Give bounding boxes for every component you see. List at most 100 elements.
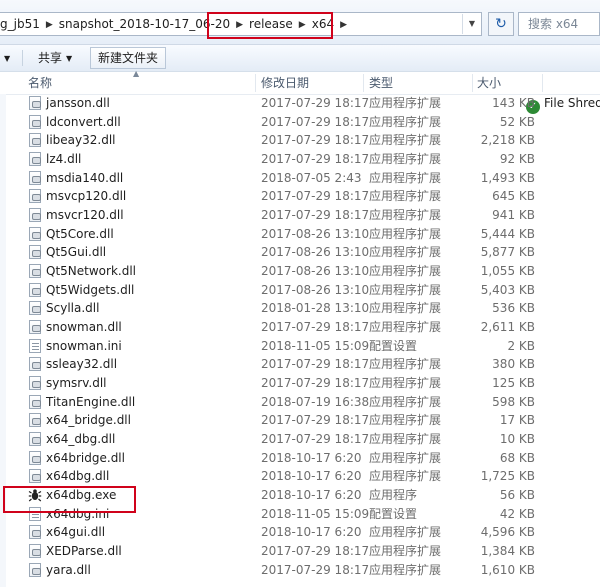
dll-file-icon [29, 133, 41, 148]
file-row[interactable]: ldconvert.dll 2017-07-29 18:17 应用程序扩展 52 KB [0, 113, 600, 131]
column-modified[interactable]: 修改日期 [261, 72, 309, 94]
file-row[interactable]: x64_dbg.dll 2017-07-29 18:17 应用程序扩展 10 KB [0, 430, 600, 448]
chevron-down-icon: ▼ [4, 54, 11, 63]
file-name: x64bridge.dll [46, 450, 125, 465]
file-size: 1,384 KB [480, 543, 535, 558]
column-size[interactable]: 大小 [477, 72, 501, 94]
file-name: TitanEngine.dll [46, 394, 136, 409]
address-bar[interactable]: g_jb51 ▶ snapshot_2018-10-17_06-20 ▶ release… [0, 12, 482, 36]
sort-ascending-icon: ▲ [133, 69, 140, 78]
file-size: 380 KB [492, 357, 535, 372]
file-type: 应用程序扩展 [369, 170, 442, 185]
dll-file-icon [29, 207, 41, 222]
file-date: 2017-07-29 18:17 [261, 319, 370, 334]
file-size: 1,610 KB [480, 562, 535, 577]
file-date: 2018-11-05 15:09 [261, 506, 370, 521]
file-name: Qt5Widgets.dll [46, 282, 135, 297]
chevron-down-icon[interactable]: ▼ [462, 14, 481, 34]
settings-file-icon [29, 338, 41, 353]
refresh-icon: ↻ [495, 16, 507, 32]
file-date: 2017-08-26 13:10 [261, 282, 370, 297]
file-type: 应用程序扩展 [369, 562, 442, 577]
file-row[interactable]: Qt5Network.dll 2017-08-26 13:10 应用程序扩展 1,05… [0, 262, 600, 280]
column-divider[interactable] [542, 74, 543, 92]
file-name: msdia140.dll [46, 170, 124, 185]
column-divider[interactable] [472, 74, 473, 92]
file-row[interactable]: Qt5Widgets.dll 2017-08-26 13:10 应用程序扩展 5,40… [0, 281, 600, 299]
breadcrumb-item[interactable]: g_jb51 [0, 13, 40, 35]
dll-file-icon [29, 189, 41, 204]
breadcrumb-item[interactable]: x64 [312, 13, 334, 35]
address-bar-row: g_jb51 ▶ snapshot_2018-10-17_06-20 ▶ release… [0, 0, 600, 45]
file-row[interactable]: snowman.dll 2017-07-29 18:17 应用程序扩展 2,611 K… [0, 318, 600, 336]
file-name: snowman.dll [46, 319, 122, 334]
file-date: 2018-10-17 6:20 [261, 450, 362, 465]
dll-file-icon [29, 226, 41, 241]
column-name[interactable]: 名称 [28, 72, 52, 94]
file-row[interactable]: x64dbg.exe 2018-10-17 6:20 应用程序 56 KB [0, 486, 600, 504]
new-folder-button[interactable]: 新建文件夹 [90, 47, 166, 69]
file-date: 2018-10-17 6:20 [261, 525, 362, 540]
file-row[interactable]: snowman.ini 2018-11-05 15:09 配置设置 2 KB [0, 337, 600, 355]
file-date: 2017-07-29 18:17 [261, 133, 370, 148]
column-type[interactable]: 类型 [369, 72, 393, 94]
file-type: 应用程序扩展 [369, 357, 442, 372]
file-row[interactable]: msdia140.dll 2018-07-05 2:43 应用程序扩展 1,493 K… [0, 169, 600, 187]
settings-file-icon [29, 506, 41, 521]
file-type: 应用程序扩展 [369, 469, 442, 484]
file-type: 应用程序扩展 [369, 543, 442, 558]
file-name: Qt5Core.dll [46, 226, 114, 241]
dll-file-icon [29, 431, 41, 446]
file-name: snowman.ini [46, 338, 122, 353]
chevron-right-icon[interactable]: ▶ [236, 14, 243, 35]
file-row[interactable]: x64gui.dll 2018-10-17 6:20 应用程序扩展 4,596 KB [0, 523, 600, 541]
file-row[interactable]: ssleay32.dll 2017-07-29 18:17 应用程序扩展 380 KB [0, 355, 600, 373]
column-divider[interactable] [255, 74, 256, 92]
search-input[interactable]: 搜索 x64 [518, 12, 600, 36]
file-row[interactable]: msvcp120.dll 2017-07-29 18:17 应用程序扩展 645 KB [0, 187, 600, 205]
toolbar-dropdown-arrow[interactable]: ▼ [0, 45, 10, 71]
chevron-right-icon[interactable]: ▶ [340, 14, 347, 35]
file-row[interactable]: msvcr120.dll 2017-07-29 18:17 应用程序扩展 941 KB [0, 206, 600, 224]
file-row[interactable]: lz4.dll 2017-07-29 18:17 应用程序扩展 92 KB [0, 150, 600, 168]
file-size: 56 KB [499, 487, 535, 502]
file-row[interactable]: jansson.dll 2017-07-29 18:17 应用程序扩展 143 KB [0, 94, 600, 112]
column-header: ▲ 名称 修改日期 类型 大小 [0, 69, 600, 95]
share-button[interactable]: 共享 ▼ [38, 45, 72, 71]
file-row[interactable]: yara.dll 2017-07-29 18:17 应用程序扩展 1,610 KB [0, 561, 600, 579]
file-date: 2017-08-26 13:10 [261, 245, 370, 260]
dll-file-icon [29, 357, 41, 372]
file-row[interactable]: TitanEngine.dll 2018-07-19 16:38 应用程序扩展 598… [0, 393, 600, 411]
column-divider[interactable] [363, 74, 364, 92]
file-type: 应用程序扩展 [369, 431, 442, 446]
dll-file-icon [29, 319, 41, 334]
file-row[interactable]: Qt5Core.dll 2017-08-26 13:10 应用程序扩展 5,444 K… [0, 225, 600, 243]
chevron-right-icon[interactable]: ▶ [299, 14, 306, 35]
dll-file-icon [29, 263, 41, 278]
file-row[interactable]: x64dbg.ini 2018-11-05 15:09 配置设置 42 KB [0, 505, 600, 523]
file-name: lz4.dll [46, 151, 82, 166]
file-type: 应用程序扩展 [369, 133, 442, 148]
file-row[interactable]: symsrv.dll 2017-07-29 18:17 应用程序扩展 125 KB [0, 374, 600, 392]
breadcrumb-item[interactable]: release [249, 13, 293, 35]
dll-file-icon [29, 245, 41, 260]
toolbar-divider [22, 50, 23, 66]
breadcrumb-item[interactable]: snapshot_2018-10-17_06-20 [59, 13, 230, 35]
file-row[interactable]: x64dbg.dll 2018-10-17 6:20 应用程序扩展 1,725 KB [0, 467, 600, 485]
share-label: 共享 [38, 51, 63, 65]
file-size: 125 KB [492, 375, 535, 390]
file-row[interactable]: Qt5Gui.dll 2017-08-26 13:10 应用程序扩展 5,877 KB [0, 243, 600, 261]
file-name: x64_bridge.dll [46, 413, 131, 428]
file-row[interactable]: Scylla.dll 2018-01-28 13:10 应用程序扩展 536 KB [0, 299, 600, 317]
file-row[interactable]: x64_bridge.dll 2017-07-29 18:17 应用程序扩展 17 K… [0, 411, 600, 429]
file-type: 应用程序扩展 [369, 263, 442, 278]
file-name: libeay32.dll [46, 133, 116, 148]
chevron-right-icon[interactable]: ▶ [46, 14, 53, 35]
refresh-button[interactable]: ↻ [488, 12, 514, 36]
file-row[interactable]: libeay32.dll 2017-07-29 18:17 应用程序扩展 2,218 … [0, 131, 600, 149]
file-row[interactable]: x64bridge.dll 2018-10-17 6:20 应用程序扩展 68 KB [0, 449, 600, 467]
file-date: 2017-07-29 18:17 [261, 375, 370, 390]
search-placeholder: 搜索 x64 [528, 17, 579, 31]
file-name: x64dbg.ini [46, 506, 110, 521]
file-row[interactable]: XEDParse.dll 2017-07-29 18:17 应用程序扩展 1,384 … [0, 542, 600, 560]
